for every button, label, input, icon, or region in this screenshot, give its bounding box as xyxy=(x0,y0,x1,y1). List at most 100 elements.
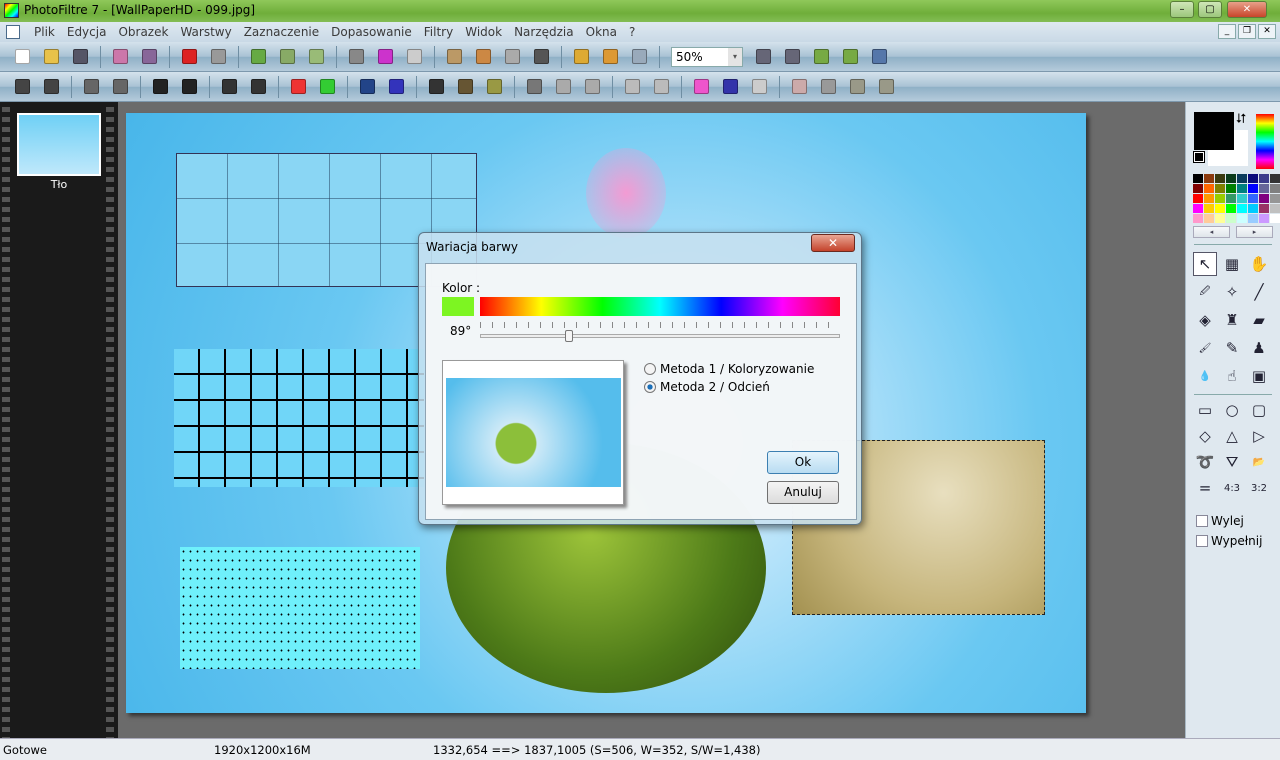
checkbox-box[interactable] xyxy=(1196,515,1208,527)
rounded-rect-icon[interactable]: ▢ xyxy=(1247,398,1271,422)
palette-swatch[interactable] xyxy=(1237,204,1247,213)
zoom-out-button[interactable] xyxy=(782,46,804,68)
palette-swatch[interactable] xyxy=(1259,184,1269,193)
menu-item[interactable]: Edycja xyxy=(61,25,113,39)
paint-bucket-icon[interactable]: ◈ xyxy=(1193,308,1217,332)
image-mask-icon[interactable]: ▦ xyxy=(1220,252,1244,276)
palette-swatch[interactable] xyxy=(1259,194,1269,203)
rgb-levels-button[interactable] xyxy=(386,76,408,98)
palette-swatch[interactable] xyxy=(1193,214,1203,223)
contrast-minus-button[interactable] xyxy=(150,76,172,98)
palette-swatch[interactable] xyxy=(1193,194,1203,203)
fill-checkbox[interactable]: Wylej xyxy=(1196,514,1244,528)
sharpen-button[interactable] xyxy=(524,76,546,98)
color-spectrum[interactable] xyxy=(1256,114,1274,169)
scan-button[interactable] xyxy=(139,46,161,68)
palette-swatch[interactable] xyxy=(1270,174,1280,183)
layer-manager-button[interactable] xyxy=(444,46,466,68)
slider-thumb[interactable] xyxy=(565,330,573,342)
brush-icon[interactable]: 🖌 xyxy=(1193,336,1217,360)
doc-minimize-button[interactable]: _ xyxy=(1218,24,1236,39)
open-shape-icon[interactable]: 📂 xyxy=(1247,450,1271,474)
menu-item[interactable]: Warstwy xyxy=(174,25,237,39)
open-button[interactable] xyxy=(41,46,63,68)
palette-next-button[interactable]: ▸ xyxy=(1236,226,1273,238)
menu-item[interactable]: Plik xyxy=(28,25,61,39)
zoom-select[interactable]: 50% ▾ xyxy=(671,46,743,67)
palette-swatch[interactable] xyxy=(1204,214,1214,223)
batch-button[interactable] xyxy=(629,46,651,68)
flip-horizontal-button[interactable] xyxy=(789,76,811,98)
ratio-free-icon[interactable]: = xyxy=(1193,476,1217,500)
transparency-button[interactable] xyxy=(404,46,426,68)
brightness-plus-button[interactable] xyxy=(110,76,132,98)
palette-swatch[interactable] xyxy=(1226,204,1236,213)
brightness-minus-button[interactable] xyxy=(81,76,103,98)
palette-swatch[interactable] xyxy=(1204,184,1214,193)
grid-olive-button[interactable] xyxy=(484,76,506,98)
zoom-in-button[interactable] xyxy=(753,46,775,68)
chevron-down-icon[interactable]: ▾ xyxy=(728,47,742,66)
palette-swatch[interactable] xyxy=(1204,174,1214,183)
lasso-icon[interactable]: ➰ xyxy=(1193,450,1217,474)
method-1-radio[interactable]: Metoda 1 / Koloryzowanie xyxy=(644,362,814,376)
palette-swatch[interactable] xyxy=(1226,194,1236,203)
dialog-close-button[interactable]: ✕ xyxy=(811,234,855,252)
palette-swatch[interactable] xyxy=(1259,214,1269,223)
soften-more-button[interactable] xyxy=(651,76,673,98)
auto-levels-button[interactable] xyxy=(12,76,34,98)
layer-effect-button[interactable] xyxy=(473,46,495,68)
eyedropper-icon[interactable]: 🖉 xyxy=(1193,280,1217,304)
undo-button[interactable] xyxy=(179,46,201,68)
flip-vertical-button[interactable] xyxy=(818,76,840,98)
menu-item[interactable]: Obrazek xyxy=(112,25,174,39)
palette-swatch[interactable] xyxy=(1215,194,1225,203)
palette-prev-button[interactable]: ◂ xyxy=(1193,226,1230,238)
palette-swatch[interactable] xyxy=(1270,204,1280,213)
menu-item[interactable]: Filtry xyxy=(418,25,459,39)
grid-brown-button[interactable] xyxy=(455,76,477,98)
palette-swatch[interactable] xyxy=(1259,174,1269,183)
hue-slider[interactable] xyxy=(480,322,840,344)
blur-button[interactable] xyxy=(553,76,575,98)
rotate-left-button[interactable] xyxy=(847,76,869,98)
palette-swatch[interactable] xyxy=(1193,204,1203,213)
palette-swatch[interactable] xyxy=(1248,194,1258,203)
palette-swatch[interactable] xyxy=(1237,194,1247,203)
radio-circle[interactable] xyxy=(644,381,656,393)
line-icon[interactable]: ╱ xyxy=(1247,280,1271,304)
ellipse-icon[interactable]: ○ xyxy=(1220,398,1244,422)
doc-close-button[interactable]: ✕ xyxy=(1258,24,1276,39)
checkbox-box[interactable] xyxy=(1196,535,1208,547)
doc-restore-button[interactable]: ❐ xyxy=(1238,24,1256,39)
menu-item[interactable]: Narzędzia xyxy=(508,25,580,39)
foreground-color[interactable] xyxy=(1194,112,1234,150)
menu-item[interactable]: Widok xyxy=(459,25,508,39)
document-icon[interactable] xyxy=(6,25,20,39)
palette-swatch[interactable] xyxy=(1215,174,1225,183)
polygon-lasso-icon[interactable]: ⛛ xyxy=(1220,450,1244,474)
palette-swatch[interactable] xyxy=(1270,194,1280,203)
palette-swatch[interactable] xyxy=(1226,214,1236,223)
rectangle-icon[interactable]: ▭ xyxy=(1193,398,1217,422)
saturation-plus-button[interactable] xyxy=(317,76,339,98)
palette-swatch[interactable] xyxy=(1248,204,1258,213)
palette-swatch[interactable] xyxy=(1215,204,1225,213)
palette-swatch[interactable] xyxy=(1270,214,1280,223)
auto-contrast-button[interactable] xyxy=(41,76,63,98)
text-button[interactable] xyxy=(531,46,553,68)
palette-swatch[interactable] xyxy=(1215,214,1225,223)
triangle-icon[interactable]: △ xyxy=(1220,424,1244,448)
reset-colors-icon[interactable] xyxy=(1193,151,1205,163)
gamma-plus-button[interactable] xyxy=(248,76,270,98)
palette-swatch[interactable] xyxy=(1259,204,1269,213)
layer-image-button[interactable] xyxy=(248,46,270,68)
save-button[interactable] xyxy=(70,46,92,68)
slider-track[interactable] xyxy=(480,334,840,338)
magic-wand-icon[interactable]: ✧ xyxy=(1220,280,1244,304)
histogram-button[interactable] xyxy=(357,76,379,98)
eraser-icon[interactable]: ▰ xyxy=(1247,308,1271,332)
blur-drop-icon[interactable]: 💧 xyxy=(1193,364,1217,388)
menu-item[interactable]: Okna xyxy=(580,25,623,39)
radio-circle[interactable] xyxy=(644,363,656,375)
